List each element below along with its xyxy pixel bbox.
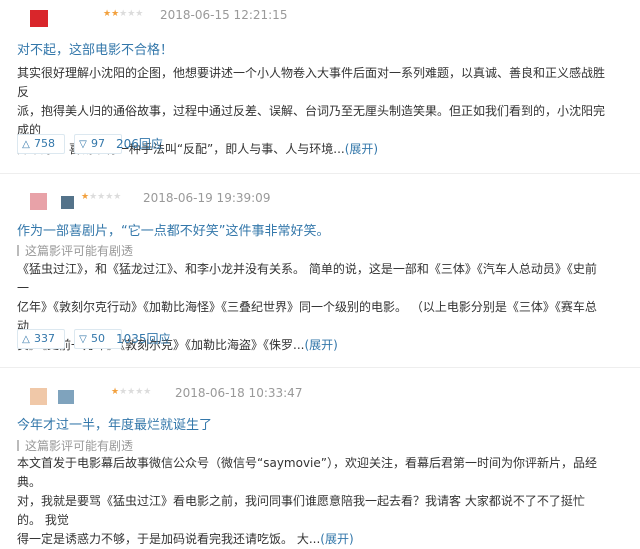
- review-list: ★★★★★ 2018-06-15 12:21:15 对不起，这部电影不合格！ 其…: [0, 0, 640, 546]
- review-header: ★★★★★ 2018-06-15 12:21:15: [0, 0, 640, 27]
- review-title[interactable]: 对不起，这部电影不合格！: [17, 39, 173, 58]
- avatar-secondary: [61, 196, 74, 209]
- divider: [0, 173, 640, 174]
- avatar[interactable]: [30, 388, 47, 405]
- expand-link[interactable]: (展开): [304, 338, 337, 352]
- review-time: 2018-06-19 19:39:09: [143, 191, 271, 205]
- review-time: 2018-06-18 10:33:47: [175, 386, 303, 400]
- spoiler-warning: 这篇影评可能有剧透: [17, 437, 133, 454]
- expand-link[interactable]: (展开): [345, 142, 378, 156]
- avatar[interactable]: [30, 10, 48, 27]
- expand-link[interactable]: (展开): [320, 532, 353, 546]
- triangle-up-icon: △: [22, 139, 30, 150]
- downvote-button[interactable]: ▽ 50: [74, 329, 122, 349]
- rating-stars: ★★★★★: [111, 387, 152, 397]
- triangle-down-icon: ▽: [79, 334, 87, 345]
- review-time: 2018-06-15 12:21:15: [160, 8, 288, 22]
- spoiler-warning: 这篇影评可能有剧透: [17, 242, 133, 259]
- triangle-down-icon: ▽: [79, 139, 87, 150]
- upvote-button[interactable]: △ 758: [17, 134, 65, 154]
- avatar-secondary: [58, 390, 74, 404]
- review-body: 本文首发于电影幕后故事微信公众号（微信号“saymovie”），欢迎关注，看幕后…: [17, 456, 597, 546]
- review-title[interactable]: 作为一部喜剧片，“它一点都不好笑”这件事非常好笑。: [17, 220, 329, 239]
- review-header: ★★★★★ 2018-06-18 10:33:47: [0, 378, 640, 405]
- replies-link[interactable]: 1035回应: [116, 330, 171, 347]
- rating-stars: ★★★★★: [81, 192, 122, 202]
- avatar[interactable]: [30, 193, 47, 210]
- upvote-button[interactable]: △ 337: [17, 329, 65, 349]
- divider: [0, 367, 640, 368]
- review-title[interactable]: 今年才过一半，年度最烂就诞生了: [17, 414, 212, 433]
- review-header: ★★★★★ 2018-06-19 19:39:09: [0, 183, 640, 210]
- rating-stars: ★★★★★: [103, 9, 144, 19]
- downvote-button[interactable]: ▽ 97: [74, 134, 122, 154]
- replies-link[interactable]: 206回应: [116, 135, 163, 152]
- triangle-up-icon: △: [22, 334, 30, 345]
